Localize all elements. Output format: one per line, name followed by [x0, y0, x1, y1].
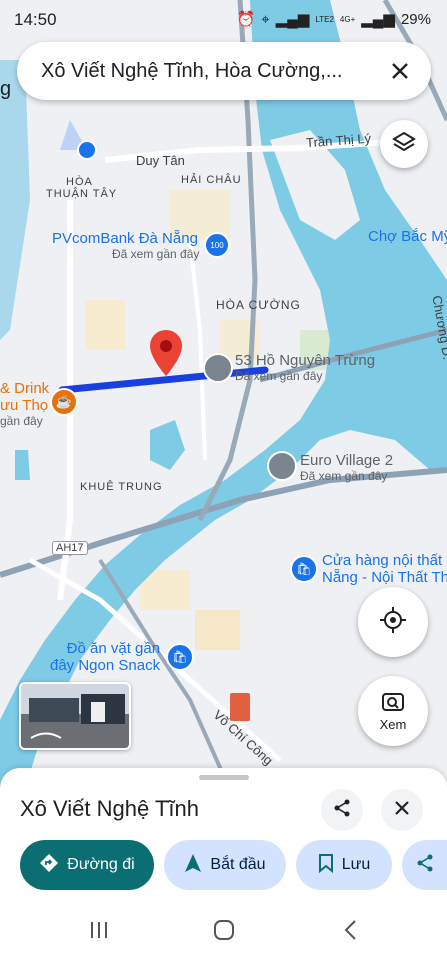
cafe-icon[interactable]: ☕ [50, 388, 78, 416]
area-label-thuan-tay: THUẬN TÂY [46, 188, 118, 200]
street-label-duy-tan: Duy Tân [136, 153, 185, 168]
area-label-hoa-cuong: HÒA CƯỜNG [216, 298, 301, 312]
street-view-thumbnail[interactable] [19, 682, 131, 750]
map-view[interactable]: Duy Tân Trần Thị Lý Võ Chí Công Chương D… [0, 0, 447, 790]
poi-subtitle: Đã xem gần đây [300, 469, 388, 483]
recent-apps-icon[interactable] [88, 919, 110, 946]
poi-cua-hang[interactable]: Cửa hàng nội thất Nẵng - Nội Thất Th [322, 552, 447, 586]
back-icon[interactable] [340, 919, 362, 946]
poi-title: PVcomBank Đà Nẵng [52, 230, 198, 247]
share-icon [332, 798, 352, 823]
share-chip-button[interactable] [402, 840, 447, 890]
building-icon [230, 693, 250, 721]
home-icon[interactable] [213, 919, 235, 946]
signal-icon: ▂▄▆ [275, 11, 310, 28]
poi-title-line2: Nẵng - Nội Thất Th [322, 569, 447, 586]
directions-button[interactable]: Đường đi [20, 840, 154, 890]
poi-53-ho-nguyen-trung[interactable]: 53 Hồ Nguyên Trừng Đã xem gần đây [235, 352, 375, 383]
status-bar: 14:50 ⏰ ⌖ ▂▄▆ LTE2 4G+ ▂▄▆ 29% [0, 0, 447, 38]
bookmark-icon [318, 853, 334, 878]
search-query[interactable]: Xô Viết Nghệ Tĩnh, Hòa Cường,... [41, 60, 342, 83]
layers-icon [392, 130, 416, 159]
poi-subtitle: Đã xem gần đây [235, 369, 323, 383]
area-label-khue-trung: KHUÊ TRUNG [80, 481, 163, 493]
alarm-icon: ⏰ [236, 11, 256, 28]
close-icon [394, 800, 410, 821]
battery-level: 29% [400, 10, 431, 28]
poi-do-an-vat[interactable]: Đồ ăn vặt gần đây Ngon Snack [50, 640, 160, 674]
place-marker-icon[interactable] [267, 451, 297, 481]
start-label: Bắt đầu [210, 856, 266, 873]
status-time: 14:50 [14, 10, 57, 29]
poi-pvcombank[interactable]: PVcomBank Đà Nẵng Đã xem gần đây [52, 230, 199, 261]
network-type: LTE2 [315, 14, 334, 24]
place-title: Xô Viết Nghệ Tĩnh [20, 796, 199, 821]
share-button[interactable] [321, 789, 363, 831]
crosshair-icon [379, 606, 407, 639]
system-nav-bar [0, 905, 447, 959]
save-button[interactable]: Lưu [296, 840, 392, 890]
poi-title-line1: & Drink [0, 380, 50, 397]
save-label: Lưu [341, 856, 371, 873]
network-type-2: 4G+ [339, 14, 356, 24]
poi-title-line1: Đồ ăn vặt gần [66, 640, 161, 657]
start-button[interactable]: Bắt đầu [164, 840, 286, 890]
poi-subtitle: gần đây [0, 414, 43, 428]
directions-label: Đường đi [67, 856, 135, 873]
navigation-arrow-icon [184, 853, 202, 878]
view-button-label: Xem [379, 717, 407, 732]
poi-title-line2: đây Ngon Snack [50, 657, 161, 674]
my-location-button[interactable] [358, 587, 428, 657]
poi-title: 53 Hồ Nguyên Trừng [235, 352, 376, 369]
poi-drink[interactable]: & Drink ưu Thọ gần đây [0, 380, 49, 428]
poi-subtitle: Đã xem gần đây [112, 247, 200, 261]
location-icon: ⌖ [261, 10, 270, 28]
place-marker-icon[interactable] [203, 353, 233, 383]
poi-euro-village[interactable]: Euro Village 2 Đã xem gần đây [300, 452, 393, 483]
poi-title: Euro Village 2 [300, 452, 394, 469]
signal-icon-2: ▂▄▆ [361, 11, 395, 28]
poi-cho-bac-my[interactable]: Chợ Bắc Mỹ [368, 228, 447, 245]
poi-title-line1: Cửa hàng nội thất [322, 552, 443, 569]
area-label-hoa: HÒA [66, 176, 93, 188]
view-button[interactable]: Xem [358, 676, 428, 746]
close-icon[interactable] [383, 54, 417, 88]
shopping-bag-icon[interactable]: 🛍 [290, 555, 318, 583]
highway-badge-ah17: AH17 [52, 541, 88, 555]
camera-search-icon [381, 690, 405, 717]
layers-button[interactable] [380, 120, 428, 168]
search-bar[interactable]: Xô Viết Nghệ Tĩnh, Hòa Cường,... [17, 42, 431, 100]
poi-left-edge: g [0, 78, 12, 100]
share-icon [415, 853, 435, 878]
bank-icon[interactable]: 100 [204, 232, 230, 258]
poi-title-line2: ưu Thọ [0, 397, 49, 414]
area-label-hai-chau: HẢI CHÂU [181, 174, 242, 186]
close-sheet-button[interactable] [381, 789, 423, 831]
directions-icon [39, 853, 59, 878]
drag-handle[interactable] [199, 775, 249, 780]
shopping-bag-icon[interactable]: 🛍 [166, 643, 194, 671]
